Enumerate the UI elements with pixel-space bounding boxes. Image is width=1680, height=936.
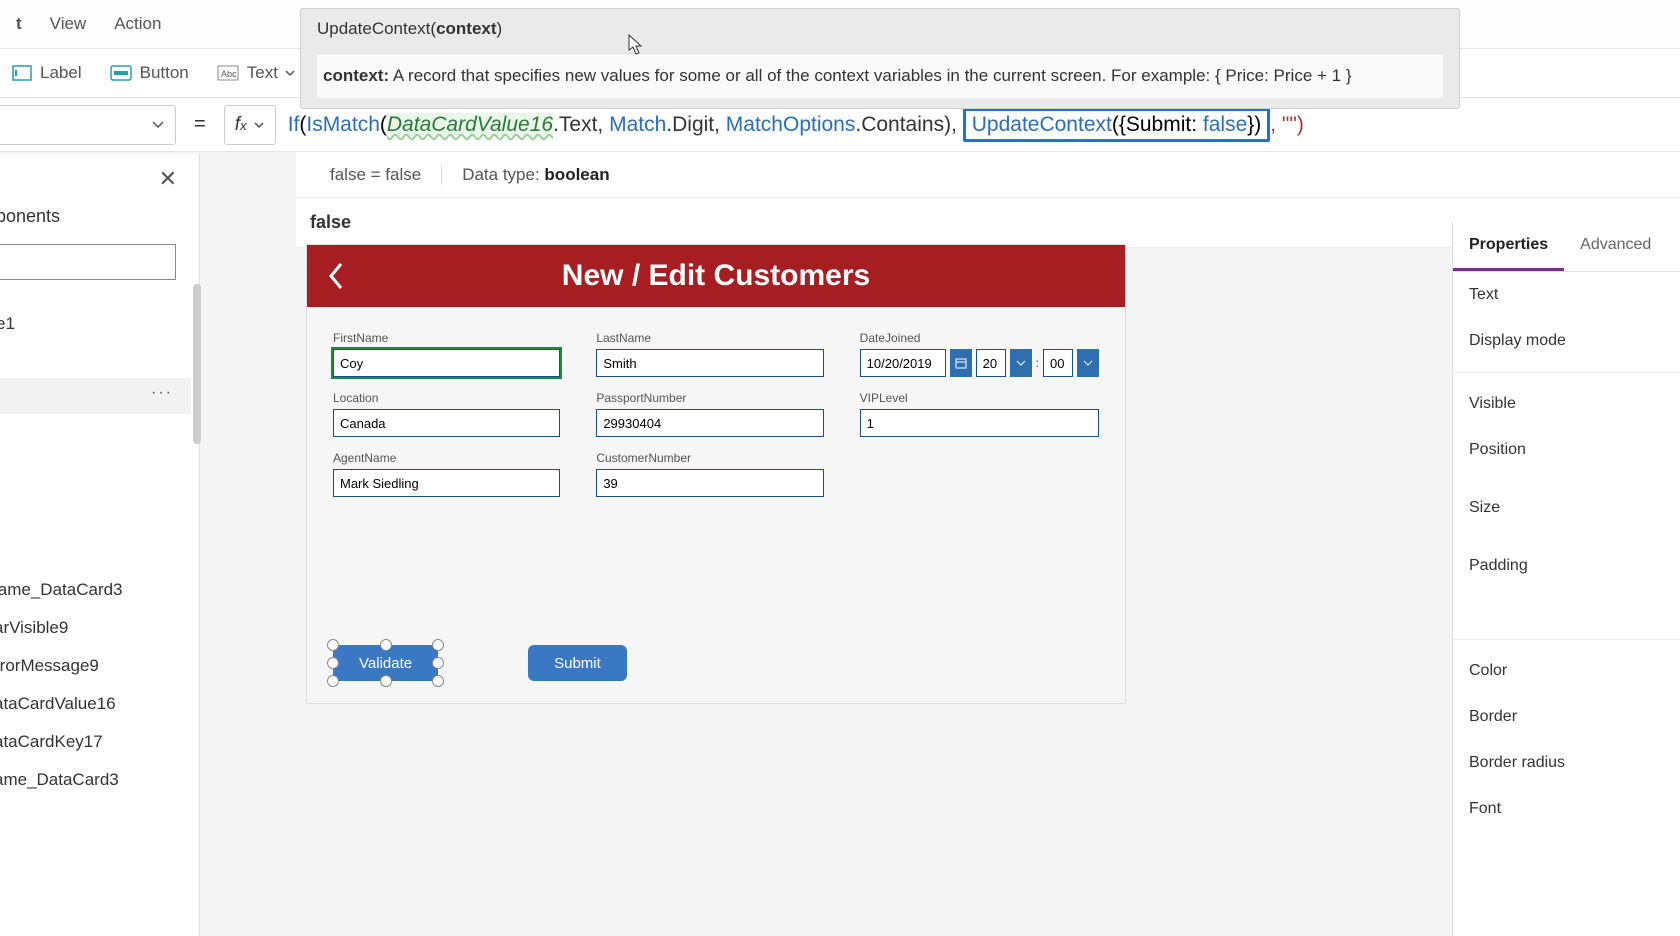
close-icon[interactable]: ✕ bbox=[159, 166, 177, 192]
label-datejoined: DateJoined bbox=[860, 331, 1099, 345]
calendar-icon bbox=[955, 357, 967, 369]
field-location: Location bbox=[333, 391, 560, 437]
app-header: New / Edit Customers bbox=[307, 245, 1125, 307]
field-lastname: LastName bbox=[596, 331, 823, 377]
app-title: New / Edit Customers bbox=[365, 259, 1125, 293]
result-eval: false = false bbox=[310, 165, 442, 185]
back-button[interactable] bbox=[307, 260, 365, 292]
field-vip: VIPLevel bbox=[860, 391, 1099, 437]
text-icon: Abc bbox=[217, 65, 239, 81]
tree-item[interactable]: arVisible9 bbox=[0, 618, 68, 638]
input-passport[interactable] bbox=[596, 409, 823, 437]
label-vip: VIPLevel bbox=[860, 391, 1099, 405]
submit-button[interactable]: Submit bbox=[528, 645, 627, 681]
input-location[interactable] bbox=[333, 409, 560, 437]
input-minute[interactable] bbox=[1043, 349, 1073, 377]
insert-text[interactable]: Abc Text bbox=[217, 63, 304, 83]
tooltip-description: context: A record that specifies new val… bbox=[317, 53, 1443, 98]
properties-panel: Properties Advanced Text Display mode Vi… bbox=[1452, 222, 1680, 936]
prop-color[interactable]: Color bbox=[1453, 648, 1680, 694]
prop-padding[interactable]: Padding bbox=[1453, 531, 1680, 589]
button-icon bbox=[110, 65, 132, 81]
scrollbar[interactable] bbox=[193, 284, 201, 444]
fx-icon: fx bbox=[235, 114, 247, 136]
minute-dropdown[interactable] bbox=[1077, 349, 1099, 377]
canvas-preview[interactable]: New / Edit Customers FirstName LastName … bbox=[306, 244, 1126, 704]
input-custno[interactable] bbox=[596, 469, 823, 497]
chevron-down-icon bbox=[1083, 358, 1093, 368]
input-vip[interactable] bbox=[860, 409, 1099, 437]
prop-border-radius[interactable]: Border radius bbox=[1453, 740, 1680, 786]
input-date[interactable] bbox=[860, 349, 946, 377]
tree-item[interactable]: lame_DataCard3 bbox=[0, 580, 123, 600]
more-icon[interactable]: ··· bbox=[151, 384, 173, 402]
label-agent: AgentName bbox=[333, 451, 560, 465]
input-agent[interactable] bbox=[333, 469, 560, 497]
field-passport: PassportNumber bbox=[596, 391, 823, 437]
hour-dropdown[interactable] bbox=[1010, 349, 1032, 377]
field-firstname: FirstName bbox=[333, 331, 560, 377]
tree-item-selected[interactable]: ··· bbox=[0, 378, 191, 414]
tree-view-panel: ✕ ponents e1 ··· lame_DataCard3 arVisibl… bbox=[0, 154, 200, 936]
field-datejoined: DateJoined : bbox=[860, 331, 1099, 377]
input-firstname[interactable] bbox=[333, 349, 560, 377]
tree-item[interactable]: e1 bbox=[0, 314, 15, 334]
menu-action[interactable]: Action bbox=[114, 14, 161, 34]
tree-item[interactable]: ataCardValue16 bbox=[0, 694, 116, 714]
svg-text:Abc: Abc bbox=[221, 69, 237, 79]
menu-view[interactable]: View bbox=[50, 14, 87, 34]
properties-tabs: Properties Advanced bbox=[1453, 222, 1680, 272]
chevron-down-icon bbox=[284, 67, 296, 79]
insert-button[interactable]: Button bbox=[110, 63, 189, 83]
date-picker-button[interactable] bbox=[950, 349, 972, 377]
chevron-down-icon bbox=[253, 119, 265, 131]
insert-button-text: Button bbox=[140, 63, 189, 83]
property-selector[interactable] bbox=[0, 105, 176, 145]
result-datatype: Data type: boolean bbox=[442, 165, 629, 185]
tree-item[interactable]: ame_DataCard3 bbox=[0, 770, 119, 790]
tree-search-input[interactable] bbox=[0, 244, 176, 280]
insert-label-text: Label bbox=[40, 63, 82, 83]
chevron-down-icon bbox=[151, 118, 165, 132]
label-location: Location bbox=[333, 391, 560, 405]
prop-visible[interactable]: Visible bbox=[1453, 381, 1680, 427]
prop-position[interactable]: Position bbox=[1453, 427, 1680, 473]
highlighted-expression: UpdateContext({Submit: false}) bbox=[963, 108, 1271, 142]
formula-input[interactable]: If(IsMatch(DataCardValue16.Text, Match.D… bbox=[276, 108, 1680, 142]
prop-display-mode[interactable]: Display mode bbox=[1453, 318, 1680, 364]
button-row: Validate Submit bbox=[333, 645, 627, 681]
tree-item[interactable]: rrorMessage9 bbox=[0, 656, 99, 676]
input-lastname[interactable] bbox=[596, 349, 823, 377]
selected-control[interactable]: Validate bbox=[333, 645, 438, 681]
insert-label[interactable]: Label bbox=[12, 63, 82, 83]
field-custno: CustomerNumber bbox=[596, 451, 823, 497]
chevron-down-icon bbox=[1016, 358, 1026, 368]
formula-tooltip: UpdateContext(context) context: A record… bbox=[300, 8, 1460, 109]
prop-font[interactable]: Font bbox=[1453, 786, 1680, 832]
tab-advanced[interactable]: Advanced bbox=[1564, 222, 1667, 271]
equals-sign: = bbox=[176, 113, 224, 136]
prop-border[interactable]: Border bbox=[1453, 694, 1680, 740]
formula-result-bar: false = false Data type: boolean bbox=[296, 152, 1680, 198]
prop-size[interactable]: Size bbox=[1453, 473, 1680, 531]
label-firstname: FirstName bbox=[333, 331, 560, 345]
label-icon bbox=[12, 65, 32, 81]
label-custno: CustomerNumber bbox=[596, 451, 823, 465]
menu-item-cutoff[interactable]: t bbox=[16, 14, 22, 34]
field-agentname: AgentName bbox=[333, 451, 560, 497]
prop-text[interactable]: Text bbox=[1453, 272, 1680, 318]
fx-button[interactable]: fx bbox=[224, 105, 276, 145]
tree-item[interactable]: ataCardKey17 bbox=[0, 732, 103, 752]
chevron-left-icon bbox=[325, 260, 347, 292]
label-passport: PassportNumber bbox=[596, 391, 823, 405]
edit-form: FirstName LastName DateJoined : bbox=[307, 307, 1125, 497]
tree-tab-components[interactable]: ponents bbox=[0, 206, 60, 227]
tooltip-signature: UpdateContext(context) bbox=[317, 19, 1443, 39]
input-hour[interactable] bbox=[976, 349, 1006, 377]
tab-properties[interactable]: Properties bbox=[1453, 222, 1564, 271]
insert-text-label: Text bbox=[247, 63, 278, 83]
label-lastname: LastName bbox=[596, 331, 823, 345]
